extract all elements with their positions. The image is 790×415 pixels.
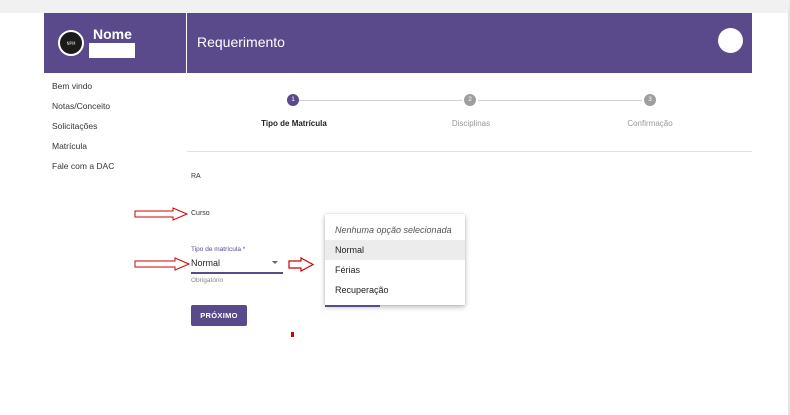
sidebar-item-bem-vindo[interactable]: Bem vindo bbox=[52, 81, 114, 101]
page-title: Requerimento bbox=[197, 34, 285, 50]
annotation-arrow-dropdown-icon bbox=[288, 257, 315, 272]
annotation-arrow-tipo-icon bbox=[134, 257, 191, 271]
sidebar-nav: Bem vindo Notas/Conceito Solicitações Ma… bbox=[52, 81, 114, 181]
user-name: Nome bbox=[93, 26, 132, 42]
dropdown-underline bbox=[325, 305, 380, 307]
select-underline bbox=[191, 272, 283, 274]
sidebar-item-fale-com-dac[interactable]: Fale com a DAC bbox=[52, 161, 114, 181]
app-bar: Requerimento bbox=[187, 13, 752, 73]
tipo-matricula-select[interactable]: Normal bbox=[191, 258, 220, 268]
sidebar-item-matricula[interactable]: Matrícula bbox=[52, 141, 114, 161]
annotation-arrow-curso-icon bbox=[134, 207, 189, 221]
tipo-matricula-dropdown: Nenhuma opção selecionada Normal Férias … bbox=[325, 214, 465, 305]
sidebar: NPM Nome Bem vindo Notas/Conceito Solici… bbox=[44, 13, 187, 323]
step-3-label: Confirmação bbox=[627, 119, 673, 128]
account-avatar[interactable] bbox=[718, 28, 743, 53]
option-ferias[interactable]: Férias bbox=[325, 260, 465, 280]
tipo-matricula-label: Tipo de matrícula * bbox=[191, 246, 246, 253]
user-info-redacted bbox=[89, 43, 135, 58]
step-connector-1 bbox=[297, 100, 462, 101]
ra-field-label: RA bbox=[191, 173, 201, 180]
sidebar-header: NPM Nome bbox=[44, 13, 187, 73]
avatar-logo-text: NPM bbox=[66, 40, 76, 46]
step-3-circle[interactable]: 3 bbox=[644, 94, 656, 106]
option-normal[interactable]: Normal bbox=[325, 240, 465, 260]
step-2-label: Disciplinas bbox=[451, 119, 491, 128]
required-hint: Obrigatório bbox=[191, 277, 224, 284]
user-avatar[interactable]: NPM bbox=[58, 30, 84, 56]
option-recuperacao[interactable]: Recuperação bbox=[325, 280, 465, 300]
option-none[interactable]: Nenhuma opção selecionada bbox=[325, 220, 465, 240]
step-2-circle[interactable]: 2 bbox=[464, 94, 476, 106]
sidebar-item-notas-conceito[interactable]: Notas/Conceito bbox=[52, 101, 114, 121]
step-1-label: Tipo de Matrícula bbox=[261, 119, 327, 128]
curso-field-label: Curso bbox=[191, 210, 210, 217]
dropdown-arrow-icon[interactable] bbox=[272, 261, 278, 264]
step-1-circle[interactable]: 1 bbox=[287, 94, 299, 106]
stepper: 1 2 3 Tipo de Matrícula Disciplinas Conf… bbox=[187, 73, 752, 152]
sidebar-item-solicitacoes[interactable]: Solicitações bbox=[52, 121, 114, 141]
next-button[interactable]: PRÓXIMO bbox=[191, 305, 247, 326]
annotation-mark bbox=[291, 332, 294, 337]
step-connector-2 bbox=[478, 100, 642, 101]
